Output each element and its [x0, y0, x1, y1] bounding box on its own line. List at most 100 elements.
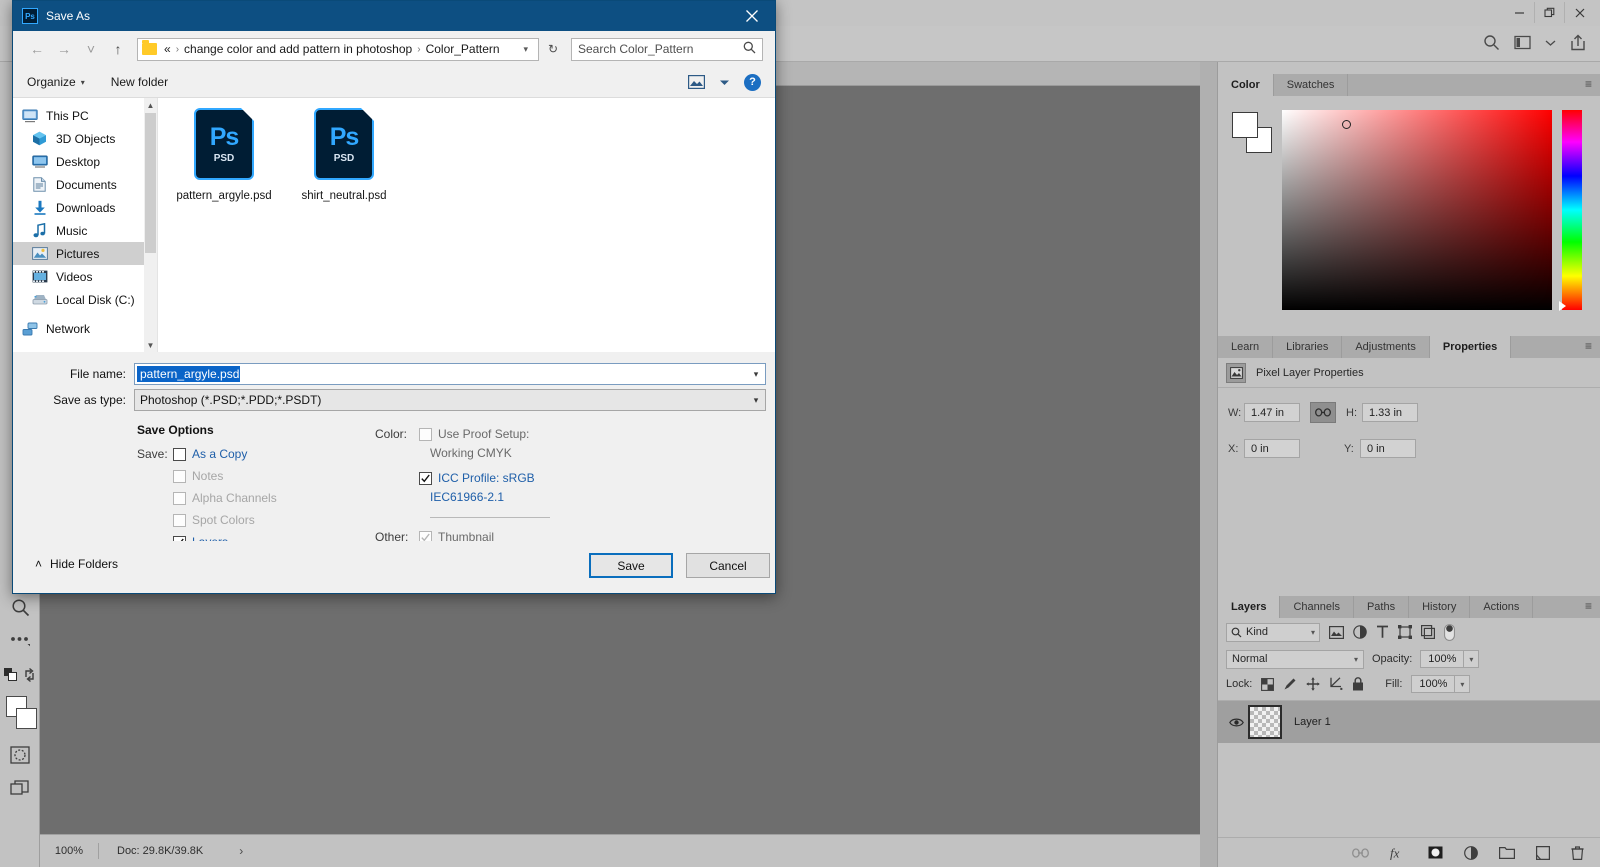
status-expand-arrow[interactable]: ›: [239, 844, 243, 858]
color-swatch-pair[interactable]: [1232, 112, 1272, 154]
organize-button[interactable]: Organize ▾: [27, 75, 85, 89]
file-item[interactable]: Ps PSD shirt_neutral.psd: [296, 108, 392, 204]
file-list-pane[interactable]: Ps PSD pattern_argyle.psd Ps PSD shirt_n…: [157, 98, 775, 352]
color-panel-menu-icon[interactable]: ≡: [1585, 78, 1592, 90]
close-button[interactable]: [1564, 2, 1594, 23]
sidebar-item-local-disk-c[interactable]: Local Disk (C:): [13, 288, 157, 311]
cancel-button[interactable]: Cancel: [686, 553, 770, 578]
quick-mask-icon[interactable]: [0, 738, 40, 772]
color-field[interactable]: [1282, 110, 1552, 310]
file-item[interactable]: Ps PSD pattern_argyle.psd: [176, 108, 272, 204]
layers-panel-menu-icon[interactable]: ≡: [1585, 600, 1592, 612]
tab-layers[interactable]: Layers: [1218, 596, 1281, 618]
filter-toggle-switch[interactable]: [1444, 623, 1455, 641]
screen-mode-icon[interactable]: [0, 772, 40, 806]
adjustment-layer-icon[interactable]: [1464, 845, 1478, 860]
fill-control[interactable]: 100% ▾: [1411, 675, 1471, 693]
hue-strip[interactable]: [1562, 110, 1582, 310]
minimize-button[interactable]: [1504, 2, 1534, 23]
breadcrumb[interactable]: « › change color and add pattern in phot…: [137, 37, 539, 61]
sidebar-item-pictures[interactable]: Pictures: [13, 242, 157, 265]
back-button[interactable]: ←: [25, 37, 49, 61]
lock-transparency-icon[interactable]: [1261, 677, 1275, 691]
tab-channels[interactable]: Channels: [1280, 596, 1354, 618]
layer-styles-icon[interactable]: fx: [1390, 846, 1407, 860]
icc-profile-checkbox[interactable]: [419, 471, 432, 485]
forward-button[interactable]: →: [52, 37, 76, 61]
tab-history[interactable]: History: [1409, 596, 1471, 618]
up-button[interactable]: ↑: [106, 37, 130, 61]
search-input[interactable]: Search Color_Pattern: [571, 37, 763, 61]
workspace-icon[interactable]: [1514, 35, 1531, 50]
view-mode-icon[interactable]: [688, 75, 705, 89]
icc-profile-label[interactable]: ICC Profile: sRGB: [438, 471, 535, 485]
tab-actions[interactable]: Actions: [1470, 596, 1534, 618]
opacity-value[interactable]: 100%: [1420, 650, 1465, 668]
chevron-down-icon[interactable]: ▾: [1464, 650, 1480, 668]
filter-smart-object-icon[interactable]: [1421, 625, 1435, 639]
chevron-down-icon[interactable]: ▾: [1455, 675, 1471, 693]
sidebar-item-this-pc[interactable]: This PC: [13, 104, 157, 127]
properties-panel-menu-icon[interactable]: ≡: [1585, 340, 1592, 352]
filter-type-icon[interactable]: [1376, 625, 1389, 639]
eye-icon[interactable]: [1224, 717, 1248, 728]
layer-filter-kind-select[interactable]: Kind ▾: [1226, 622, 1320, 642]
layer-row[interactable]: Layer 1: [1218, 701, 1600, 743]
recent-locations-button[interactable]: ˅: [79, 37, 103, 61]
as-a-copy-checkbox[interactable]: [173, 447, 186, 461]
lock-paint-icon[interactable]: [1283, 677, 1297, 691]
restore-button[interactable]: [1534, 2, 1564, 23]
save-button[interactable]: Save: [589, 553, 673, 578]
sidebar-item-downloads[interactable]: Downloads: [13, 196, 157, 219]
tab-paths[interactable]: Paths: [1353, 596, 1410, 618]
y-input[interactable]: 0 in: [1360, 439, 1416, 458]
layer-mask-icon[interactable]: [1428, 846, 1443, 859]
close-icon[interactable]: [729, 1, 775, 31]
zoom-tool-icon[interactable]: [0, 590, 40, 624]
more-tools-icon[interactable]: [0, 624, 40, 658]
filter-adjustment-icon[interactable]: [1353, 625, 1367, 639]
scroll-down-icon[interactable]: ▼: [144, 338, 157, 353]
chevron-down-icon[interactable]: ▾: [517, 44, 534, 55]
search-icon[interactable]: [1483, 34, 1500, 51]
tab-color[interactable]: Color: [1218, 74, 1274, 96]
sidebar-item-network[interactable]: Network: [13, 317, 157, 340]
tab-learn[interactable]: Learn: [1218, 336, 1274, 358]
blend-mode-select[interactable]: Normal ▾: [1226, 649, 1364, 669]
width-input[interactable]: 1.47 in: [1244, 403, 1300, 422]
refresh-button[interactable]: ↻: [542, 38, 564, 61]
new-group-icon[interactable]: [1499, 846, 1515, 859]
tab-libraries[interactable]: Libraries: [1273, 336, 1343, 358]
foreground-background-color[interactable]: [0, 692, 40, 738]
x-input[interactable]: 0 in: [1244, 439, 1300, 458]
layer-thumbnail[interactable]: [1248, 705, 1282, 739]
scrollbar-thumb[interactable]: [145, 113, 156, 253]
breadcrumb-item-1[interactable]: Color_Pattern: [426, 42, 500, 56]
filter-pixels-icon[interactable]: [1329, 625, 1344, 639]
link-dimensions-icon[interactable]: [1310, 402, 1336, 423]
tab-properties[interactable]: Properties: [1429, 336, 1512, 358]
filter-shape-icon[interactable]: [1398, 625, 1412, 639]
share-icon[interactable]: [1570, 34, 1586, 51]
sidebar-item-documents[interactable]: Documents: [13, 173, 157, 196]
height-input[interactable]: 1.33 in: [1362, 403, 1418, 422]
sidebar-item-desktop[interactable]: Desktop: [13, 150, 157, 173]
default-colors-and-swap-icons[interactable]: [0, 658, 40, 692]
sidebar-item-music[interactable]: Music: [13, 219, 157, 242]
lock-all-icon[interactable]: [1352, 677, 1364, 691]
navigation-scrollbar[interactable]: ▲ ▼: [144, 98, 157, 353]
lock-artboard-icon[interactable]: [1329, 677, 1343, 691]
sidebar-item-3d-objects[interactable]: 3D Objects: [13, 127, 157, 150]
hide-folders-button[interactable]: ˄ Hide Folders: [35, 557, 118, 571]
chevron-down-icon[interactable]: [1545, 39, 1556, 47]
chevron-down-icon[interactable]: ▾: [747, 395, 765, 406]
tab-adjustments[interactable]: Adjustments: [1342, 336, 1430, 358]
link-layers-icon[interactable]: [1352, 847, 1369, 858]
save-as-type-select[interactable]: Photoshop (*.PSD;*.PDD;*.PSDT) ▾: [134, 389, 766, 411]
zoom-level[interactable]: 100%: [40, 845, 98, 857]
fill-value[interactable]: 100%: [1411, 675, 1456, 693]
tab-swatches[interactable]: Swatches: [1273, 74, 1349, 96]
file-name-input[interactable]: pattern_argyle.psd ▾: [134, 363, 766, 385]
sidebar-item-videos[interactable]: Videos: [13, 265, 157, 288]
new-folder-button[interactable]: New folder: [111, 75, 168, 89]
